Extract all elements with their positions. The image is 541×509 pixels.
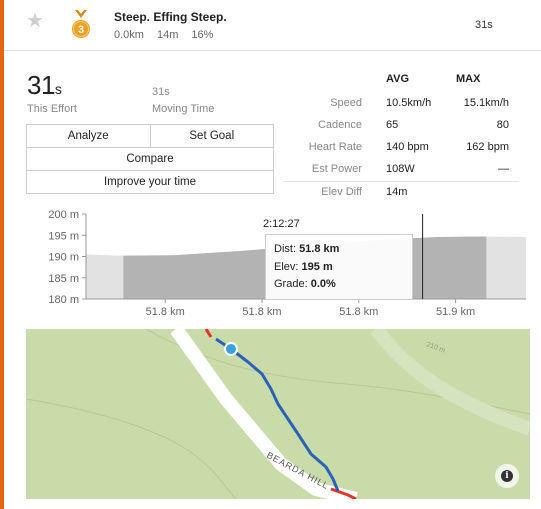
stat-label: Est Power [311,163,362,175]
tooltip-grade: Grade: 0.0% [274,278,336,290]
max-header: MAX [456,73,481,85]
route-map[interactable]: BEARDA HILL 210 m [26,329,530,499]
cursor-time: 2:12:27 [263,218,300,230]
contour-label: 210 m [425,341,446,354]
effort-time: 31s [27,70,62,101]
star-icon[interactable]: ★ [26,11,44,31]
segment-stats: 0.0km 14m 16% [114,29,226,41]
set-goal-button[interactable]: Set Goal [149,125,274,147]
y-tick-label: 180 m [48,294,79,306]
stat-avg: 10.5km/h [386,97,432,109]
moving-time-value: 31s [152,86,170,98]
stat-label: Elev Diff [321,186,362,198]
effort-time-value: 31 [27,70,55,100]
map-info-button[interactable]: i [495,464,519,488]
tooltip-elev: Elev: 195 m [274,261,333,273]
x-tick-label: 51.8 km [242,306,281,318]
improve-time-button[interactable]: Improve your time [27,171,273,193]
stat-row-elev-diff: Elev Diff 14m [283,182,519,204]
stat-avg: 140 bpm [386,141,429,153]
segment-time: 31s [475,19,493,31]
stat-row-cadence: Cadence 65 80 [283,115,519,137]
action-buttons: Analyze Set Goal Compare Improve your ti… [26,124,274,194]
map-clearing [370,329,530,436]
compare-button[interactable]: Compare [27,148,273,170]
effort-time-label: This Effort [27,103,77,115]
moving-time-label: Moving Time [152,103,215,115]
avg-header: AVG [386,73,410,85]
stat-row-heart-rate: Heart Rate 140 bpm 162 bpm [283,137,519,159]
segment-elev-gain: 14m [156,29,179,41]
route-position-marker[interactable] [224,342,238,356]
medal-rank: 3 [78,24,84,36]
road-label: BEARDA HILL [265,450,331,491]
stat-label: Speed [330,97,362,109]
stat-avg: 14m [386,186,408,198]
stat-max: 80 [496,119,509,131]
medal-icon: 3 [72,10,90,38]
x-tick-label: 51.8 km [339,306,378,318]
stat-max: — [498,163,509,175]
y-tick-label: 195 m [48,230,79,242]
stat-max: 15.1km/h [463,97,509,109]
segment-distance: 0.0km [114,29,144,41]
contour-line [26,398,237,499]
info-icon: i [501,470,513,482]
stat-avg: 65 [386,119,399,131]
stat-label: Heart Rate [308,141,362,153]
stat-avg: 108W [386,163,415,175]
y-tick-label: 200 m [48,209,79,221]
segment-grade: 16% [191,29,214,41]
stat-row-speed: Speed 10.5km/h 15.1km/h [283,93,519,115]
y-tick-label: 185 m [48,273,79,285]
tooltip-dist: Dist: 51.8 km [274,243,340,255]
stat-label: Cadence [317,119,362,131]
effort-time-unit: s [54,81,62,97]
segment-name[interactable]: Steep. Effing Steep. [114,10,227,24]
x-tick-label: 51.8 km [146,306,185,318]
stat-max: 162 bpm [466,141,509,153]
analyze-button[interactable]: Analyze [27,125,150,147]
segment-header-row[interactable]: ★ 3 Steep. Effing Steep. 0.0km 14m 16% 31s [4,0,541,51]
stat-row-est-power: Est Power 108W — [283,159,519,182]
chart-tooltip: Dist: 51.8 km Elev: 195 m Grade: 0.0% [265,234,413,300]
map-canvas[interactable]: BEARDA HILL 210 m [26,329,530,499]
x-tick-label: 51.9 km [436,306,475,318]
route-prior [204,329,213,338]
y-tick-label: 190 m [48,252,79,264]
